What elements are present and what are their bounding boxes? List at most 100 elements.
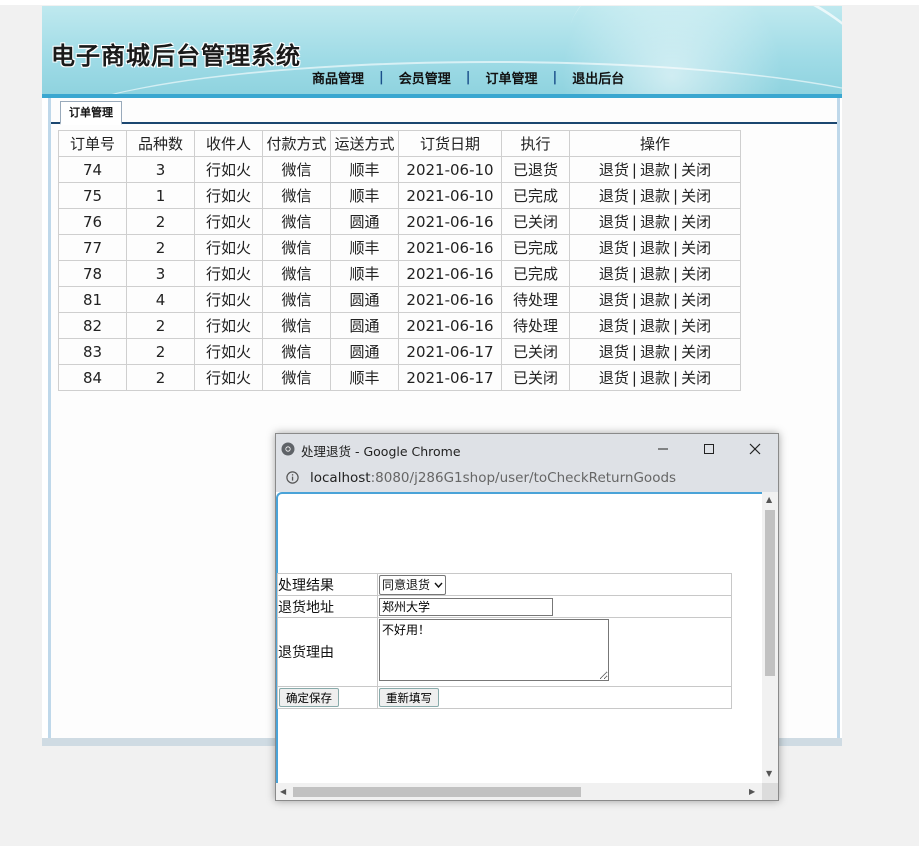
reset-button[interactable]: 重新填写 — [379, 688, 439, 707]
scroll-right-icon[interactable]: ▶ — [749, 787, 755, 796]
return-goods-link[interactable]: 退货 — [599, 343, 629, 361]
order-date-cell: 2021-06-17 — [398, 338, 502, 365]
nav-member-management[interactable]: 会员管理 — [399, 68, 451, 87]
scroll-down-icon[interactable]: ▼ — [766, 769, 772, 778]
maximize-button[interactable] — [698, 438, 720, 460]
top-strip — [0, 0, 919, 5]
close-order-link[interactable]: 关闭 — [681, 343, 711, 361]
payment-cell: 微信 — [262, 312, 331, 339]
action-separator: | — [673, 291, 679, 309]
refund-link[interactable]: 退款 — [640, 291, 670, 309]
close-order-link[interactable]: 关闭 — [681, 239, 711, 257]
address-bar[interactable]: localhost:8080/j286G1shop/user/toCheckRe… — [276, 464, 778, 492]
refund-link[interactable]: 退款 — [640, 317, 670, 335]
order-no-cell: 81 — [58, 286, 127, 313]
shipping-cell: 顺丰 — [330, 260, 399, 287]
return-goods-link[interactable]: 退货 — [599, 317, 629, 335]
payment-cell: 微信 — [262, 182, 331, 209]
shipping-cell: 圆通 — [330, 338, 399, 365]
table-row: 77 2 行如火 微信 顺丰 2021-06-16 已完成 退货 | 退款 | 关闭 — [58, 234, 741, 261]
action-separator: | — [631, 161, 637, 179]
refund-link[interactable]: 退款 — [640, 161, 670, 179]
url-text[interactable]: localhost:8080/j286G1shop/user/toCheckRe… — [310, 470, 676, 486]
return-goods-link[interactable]: 退货 — [599, 265, 629, 283]
action-separator: | — [631, 291, 637, 309]
window-titlebar[interactable]: 处理退货 - Google Chrome — [276, 434, 778, 464]
item-count-cell: 4 — [126, 286, 195, 313]
refund-link[interactable]: 退款 — [640, 369, 670, 387]
form-row-result: 处理结果 同意退货 — [277, 573, 732, 596]
order-date-cell: 2021-06-17 — [398, 364, 502, 391]
return-goods-link[interactable]: 退货 — [599, 187, 629, 205]
refund-link[interactable]: 退款 — [640, 213, 670, 231]
return-form: 处理结果 同意退货 退货地址 退货理由 不好用！ 确定保存 — [277, 573, 732, 709]
info-icon[interactable] — [286, 471, 299, 484]
col-actions: 操作 — [569, 130, 741, 157]
nav-separator: | — [465, 70, 471, 85]
shipping-cell: 顺丰 — [330, 156, 399, 183]
horizontal-scroll-thumb[interactable] — [293, 787, 581, 797]
refund-link[interactable]: 退款 — [640, 239, 670, 257]
close-order-link[interactable]: 关闭 — [681, 161, 711, 179]
horizontal-scrollbar[interactable]: ◀ ▶ — [276, 783, 762, 800]
close-order-link[interactable]: 关闭 — [681, 369, 711, 387]
order-no-cell: 82 — [58, 312, 127, 339]
reset-cell: 重新填写 — [377, 686, 732, 709]
close-order-link[interactable]: 关闭 — [681, 187, 711, 205]
return-goods-link[interactable]: 退货 — [599, 291, 629, 309]
payment-cell: 微信 — [262, 364, 331, 391]
nav-order-management[interactable]: 订单管理 — [486, 68, 538, 87]
action-separator: | — [631, 239, 637, 257]
nav-product-management[interactable]: 商品管理 — [312, 68, 364, 87]
close-button[interactable] — [744, 438, 766, 460]
shipping-cell: 顺丰 — [330, 182, 399, 209]
reason-textarea[interactable]: 不好用！ — [379, 619, 609, 681]
address-input[interactable] — [379, 597, 553, 616]
tab-order-management[interactable]: 订单管理 — [60, 101, 122, 125]
table-row: 74 3 行如火 微信 顺丰 2021-06-10 已退货 退货 | 退款 | 关闭 — [58, 156, 741, 183]
item-count-cell: 2 — [126, 338, 195, 365]
save-button[interactable]: 确定保存 — [279, 688, 339, 707]
nav-logout[interactable]: 退出后台 — [572, 68, 624, 87]
table-row: 82 2 行如火 微信 圆通 2021-06-16 待处理 退货 | 退款 | 关闭 — [58, 312, 741, 339]
item-count-cell: 2 — [126, 312, 195, 339]
vertical-scroll-thumb[interactable] — [765, 510, 775, 676]
result-select[interactable]: 同意退货 — [379, 574, 446, 595]
status-cell: 已完成 — [501, 234, 570, 261]
result-label: 处理结果 — [277, 573, 378, 596]
close-order-link[interactable]: 关闭 — [681, 317, 711, 335]
maximize-icon — [704, 444, 714, 454]
return-goods-link[interactable]: 退货 — [599, 213, 629, 231]
nav-separator: | — [552, 70, 558, 85]
return-goods-link[interactable]: 退货 — [599, 369, 629, 387]
scroll-left-icon[interactable]: ◀ — [280, 787, 286, 796]
close-order-link[interactable]: 关闭 — [681, 213, 711, 231]
item-count-cell: 3 — [126, 156, 195, 183]
close-order-link[interactable]: 关闭 — [681, 265, 711, 283]
vertical-scrollbar[interactable]: ▲ ▼ — [762, 492, 778, 783]
col-payment: 付款方式 — [262, 130, 331, 157]
scroll-up-icon[interactable]: ▲ — [766, 495, 772, 504]
address-cell — [377, 595, 732, 618]
shipping-cell: 顺丰 — [330, 364, 399, 391]
refund-link[interactable]: 退款 — [640, 343, 670, 361]
reason-label: 退货理由 — [277, 617, 378, 687]
minimize-button[interactable] — [652, 438, 674, 460]
refund-link[interactable]: 退款 — [640, 265, 670, 283]
recipient-cell: 行如火 — [194, 286, 263, 313]
recipient-cell: 行如火 — [194, 234, 263, 261]
return-goods-link[interactable]: 退货 — [599, 239, 629, 257]
payment-cell: 微信 — [262, 260, 331, 287]
refund-link[interactable]: 退款 — [640, 187, 670, 205]
actions-cell: 退货 | 退款 | 关闭 — [569, 338, 741, 365]
return-goods-link[interactable]: 退货 — [599, 161, 629, 179]
recipient-cell: 行如火 — [194, 208, 263, 235]
result-select-value: 同意退货 — [382, 578, 431, 592]
close-order-link[interactable]: 关闭 — [681, 291, 711, 309]
order-no-cell: 74 — [58, 156, 127, 183]
table-row: 78 3 行如火 微信 顺丰 2021-06-16 已完成 退货 | 退款 | 关闭 — [58, 260, 741, 287]
order-no-cell: 77 — [58, 234, 127, 261]
recipient-cell: 行如火 — [194, 338, 263, 365]
order-date-cell: 2021-06-10 — [398, 182, 502, 209]
actions-cell: 退货 | 退款 | 关闭 — [569, 234, 741, 261]
